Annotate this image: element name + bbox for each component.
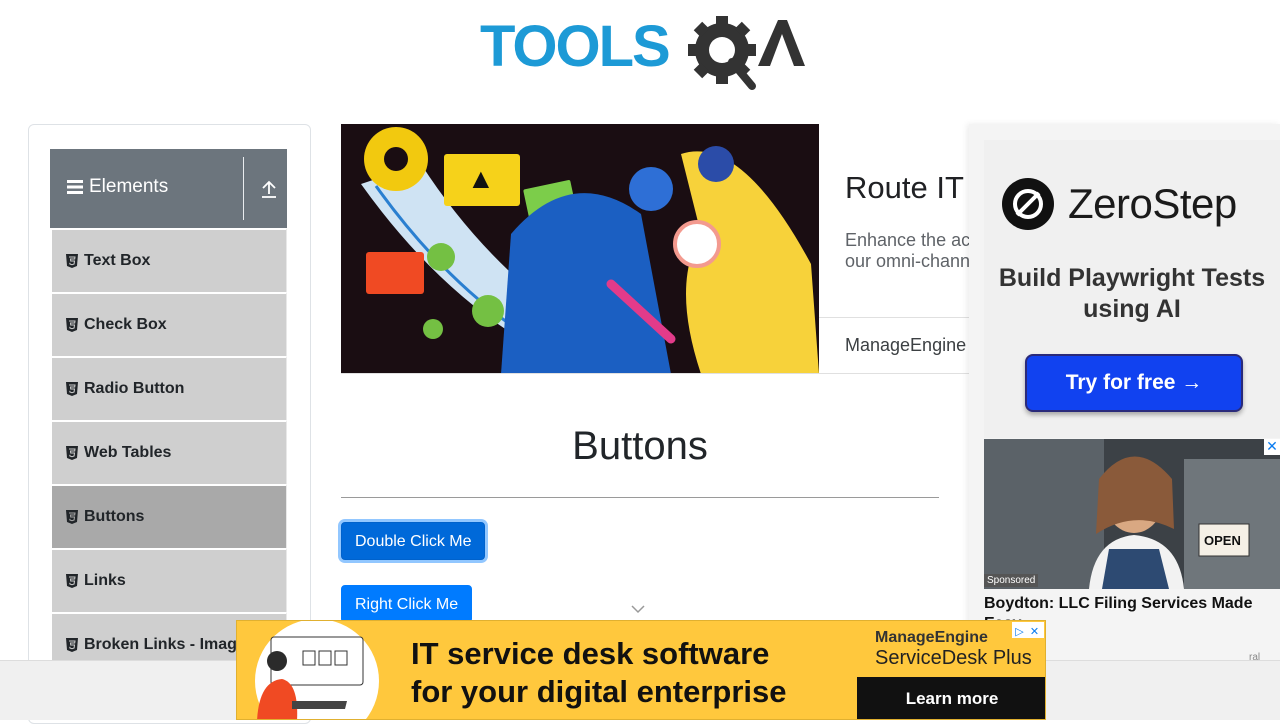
title-divider <box>341 497 939 498</box>
sidebar-item-links[interactable]: Links <box>50 548 287 612</box>
ad-brand: ManageEngine <box>845 335 967 355</box>
bottom-ad-brand: ManageEngine <box>875 629 988 646</box>
zerostep-brand: ZeroStep <box>1068 180 1237 227</box>
html5-shield-icon <box>66 254 78 268</box>
chevron-down-icon <box>631 605 645 614</box>
sidebar-item-text-box[interactable]: Text Box <box>50 228 287 292</box>
side-ad[interactable]: ZeroStep Build Playwright Tests using AI… <box>969 124 1280 660</box>
collapse-arrow-up-icon[interactable] <box>260 179 278 199</box>
close-ad-icon[interactable]: ✕ <box>1264 439 1280 455</box>
sidebar-item-label: Links <box>84 572 126 589</box>
sponsored-photo: OPEN <box>984 439 1280 589</box>
html5-shield-icon <box>66 446 78 460</box>
try-for-free-button[interactable]: Try for free → <box>1025 354 1243 412</box>
sidebar-item-buttons[interactable]: Buttons <box>50 484 287 548</box>
svg-text:TOOLS: TOOLS <box>480 14 669 79</box>
bottom-ad-product: ServiceDesk Plus <box>875 647 1032 669</box>
toolsqa-logo[interactable]: TOOLS <box>480 14 805 90</box>
sponsored-badge: Sponsored <box>984 574 1039 587</box>
ad-headline: Route IT t <box>845 170 981 205</box>
adchoices-info-icon[interactable]: ▷ <box>1012 625 1027 640</box>
sidebar-item-web-tables[interactable]: Web Tables <box>50 420 287 484</box>
html5-shield-icon <box>66 638 78 652</box>
zerostep-ad[interactable]: ZeroStep Build Playwright Tests using AI… <box>984 140 1280 438</box>
sidebar-item-check-box[interactable]: Check Box <box>50 292 287 356</box>
sidebar-item-radio-button[interactable]: Radio Button <box>50 356 287 420</box>
bottom-ad-line-2: for your digital enterprise <box>411 674 787 709</box>
ad-illustration: ▲ <box>341 124 819 373</box>
site-header: TOOLS <box>0 0 1280 100</box>
bottom-ad-banner[interactable]: IT service desk software for your digita… <box>236 620 1046 720</box>
right-click-button[interactable]: Right Click Me <box>341 585 473 623</box>
zerostep-logo-icon <box>1002 178 1054 230</box>
sidebar-item-label: Radio Button <box>84 380 185 397</box>
html5-shield-icon <box>66 574 78 588</box>
sidebar-item-label: Web Tables <box>84 444 172 461</box>
double-click-button[interactable]: Double Click Me <box>341 522 486 560</box>
svg-text:▲: ▲ <box>467 163 495 194</box>
header-divider <box>243 157 244 220</box>
sidebar-item-label: Text Box <box>84 252 151 269</box>
page-title: Buttons <box>572 424 708 468</box>
bottom-ad-line-1: IT service desk software <box>411 636 770 671</box>
learn-more-button[interactable]: Learn more <box>857 677 1045 719</box>
ad-description: Enhance the ac our omni-chann <box>845 230 971 271</box>
group-title: Elements <box>89 176 169 197</box>
html5-shield-icon <box>66 318 78 332</box>
servicedesk-illustration <box>237 621 387 719</box>
close-ad-icon[interactable]: ✕ <box>1027 625 1042 640</box>
elements-group-header[interactable]: Elements <box>50 149 287 228</box>
sidebar-item-label: Check Box <box>84 316 167 333</box>
html5-shield-icon <box>66 510 78 524</box>
hamburger-menu-icon <box>67 180 83 194</box>
elements-menu-list: Text Box Check Box Radio Button Web Tabl… <box>50 228 287 676</box>
html5-shield-icon <box>66 382 78 396</box>
adchoices-controls: ▷ ✕ <box>1012 622 1044 638</box>
sidebar-item-label: Broken Links - Images <box>84 636 255 653</box>
zerostep-tagline: Build Playwright Tests using AI <box>998 264 1266 323</box>
bottom-ad-headline: IT service desk software for your digita… <box>411 635 787 711</box>
svg-text:OPEN: OPEN <box>1204 533 1241 548</box>
ad-attribution: ral <box>1249 652 1261 660</box>
sidebar-item-label: Buttons <box>84 508 145 525</box>
